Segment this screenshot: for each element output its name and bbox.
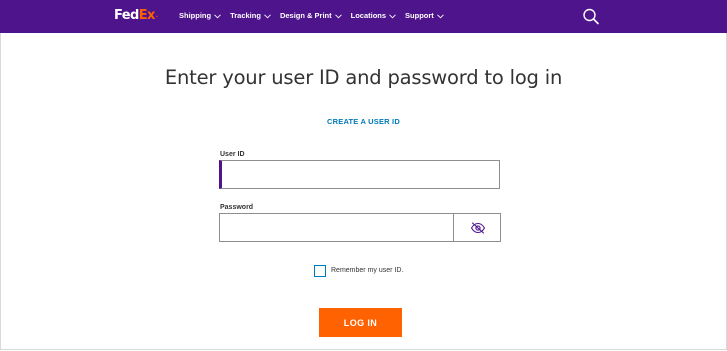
- main-menu: Shipping Tracking Design & Print Locatio…: [179, 10, 444, 22]
- remember-label: Remember my user ID.: [331, 267, 404, 274]
- nav-tracking[interactable]: Tracking: [230, 10, 271, 22]
- search-icon: [583, 8, 599, 25]
- chevron-down-icon: [264, 13, 271, 18]
- logo-ex-text: Ex: [138, 8, 156, 23]
- user-id-label: User ID: [220, 151, 245, 158]
- fedex-logo[interactable]: FedEx.: [114, 8, 158, 24]
- show-password-toggle[interactable]: [453, 214, 501, 241]
- nav-shipping[interactable]: Shipping: [179, 10, 221, 22]
- eye-slash-icon: [470, 221, 485, 234]
- nav-support[interactable]: Support: [405, 10, 444, 22]
- page-title: Enter your user ID and password to log i…: [164, 66, 563, 89]
- password-input[interactable]: [220, 214, 453, 241]
- chevron-down-icon: [214, 13, 221, 18]
- nav-locations-label: Locations: [350, 11, 387, 20]
- create-user-id-link[interactable]: CREATE A USER ID: [0, 117, 727, 127]
- password-field: [219, 213, 501, 242]
- nav-tracking-label: Tracking: [230, 11, 261, 20]
- nav-design-print-label: Design & Print: [279, 11, 332, 20]
- chevron-down-icon: [334, 13, 342, 18]
- remember-checkbox[interactable]: [314, 265, 326, 277]
- top-navigation-bar: FedEx. Shipping Tracking Design & Print …: [0, 0, 727, 33]
- chevron-down-icon: [389, 13, 396, 18]
- nav-locations[interactable]: Locations: [351, 10, 396, 22]
- password-label: Password: [220, 204, 254, 211]
- search-button[interactable]: [581, 7, 601, 27]
- logo-dot: .: [155, 12, 158, 19]
- user-id-input[interactable]: [219, 160, 500, 189]
- logo-fed-text: Fed: [114, 8, 139, 23]
- chevron-down-icon: [436, 13, 444, 18]
- remember-user-id[interactable]: Remember my user ID.: [314, 265, 403, 277]
- nav-design-print[interactable]: Design & Print: [280, 10, 342, 22]
- log-in-button[interactable]: LOG IN: [319, 308, 402, 337]
- nav-support-label: Support: [405, 11, 434, 20]
- nav-shipping-label: Shipping: [179, 11, 212, 20]
